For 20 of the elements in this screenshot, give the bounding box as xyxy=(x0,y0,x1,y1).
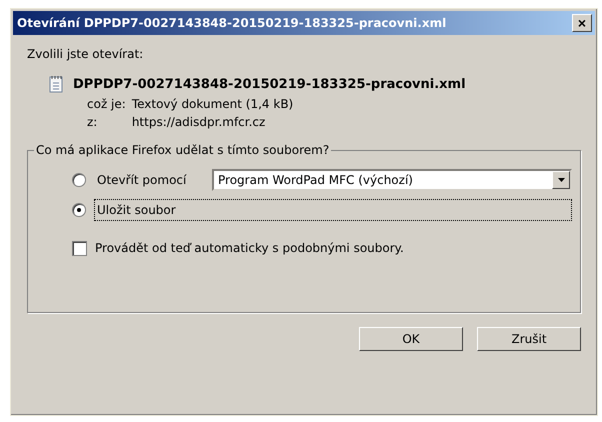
group-title: Co má aplikace Firefox udělat s tímto souborem? xyxy=(35,143,330,157)
document-icon xyxy=(49,75,63,93)
file-type: Textový dokument (1,4 kB) xyxy=(132,97,294,111)
option-label[interactable]: Otevřít pomocí xyxy=(94,169,204,191)
option-label[interactable]: Uložit soubor xyxy=(94,199,572,221)
source-label: z: xyxy=(87,115,98,129)
app-dropdown[interactable]: Program WordPad MFC (výchozí) xyxy=(212,169,572,191)
type-label: což je: xyxy=(87,97,126,111)
caret-icon xyxy=(558,178,564,182)
close-button[interactable]: × xyxy=(572,14,592,32)
checkbox-label[interactable]: Provádět od teď automaticky s podobnými soubory. xyxy=(95,241,404,255)
checkbox[interactable] xyxy=(72,240,87,256)
radio-button[interactable] xyxy=(72,173,86,187)
cancel-button[interactable]: Zrušit xyxy=(477,327,581,351)
ok-button[interactable]: OK xyxy=(359,327,463,351)
source-url: https://adisdpr.mfcr.cz xyxy=(132,115,266,129)
intro-text: Zvolili jste otevírat: xyxy=(27,47,144,61)
window-title: Otevírání DPPDP7-0027143848-20150219-183325-pracovni.xml xyxy=(17,16,446,30)
file-name: DPPDP7-0027143848-20150219-183325-pracovni.xml xyxy=(73,76,466,92)
radio-button[interactable] xyxy=(72,203,86,217)
